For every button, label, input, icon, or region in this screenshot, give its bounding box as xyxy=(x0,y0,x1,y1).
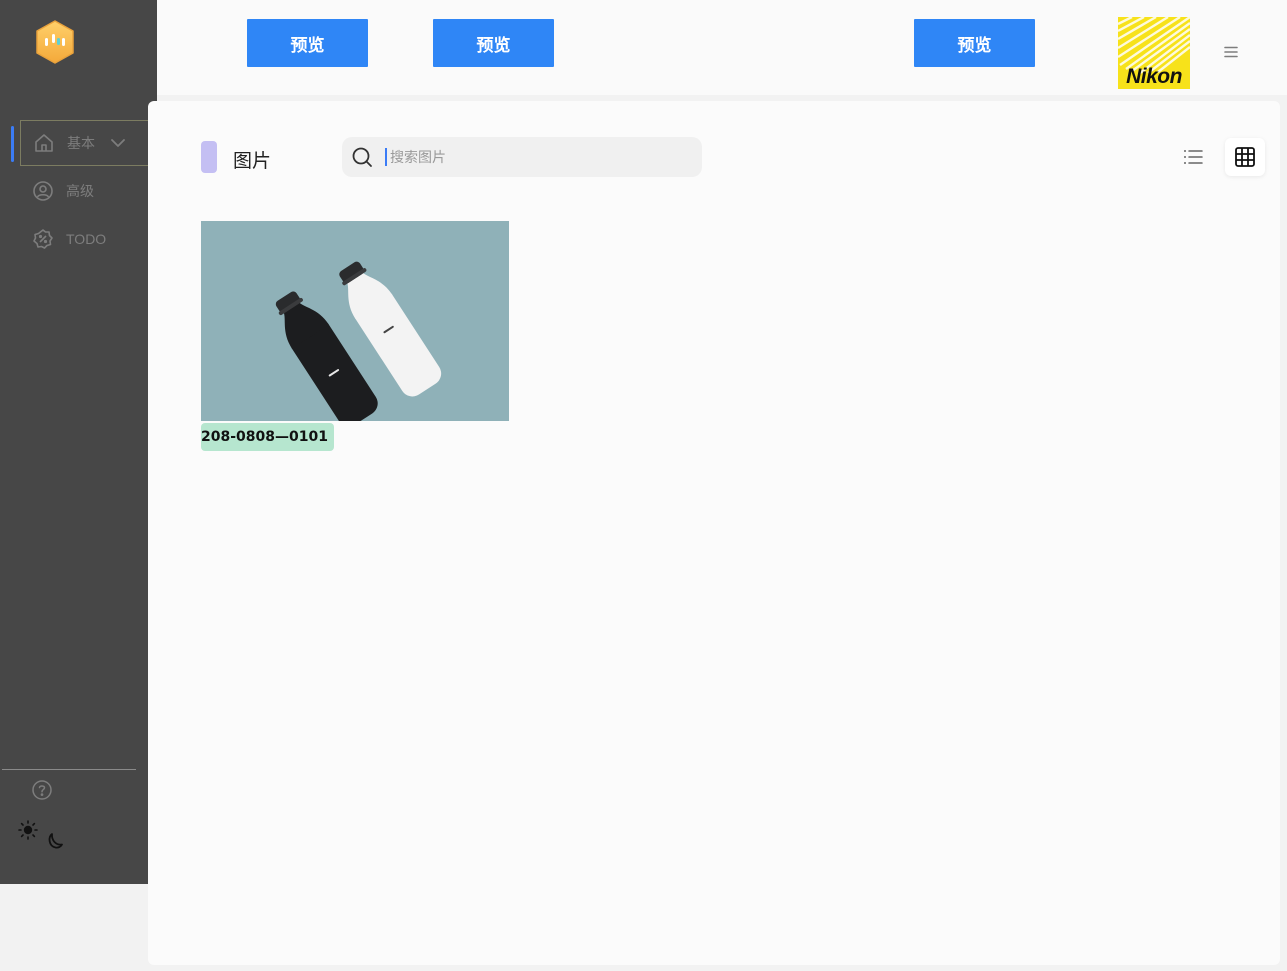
sidebar-item-label: 高级 xyxy=(66,183,94,199)
image-label: 208-0808—0101 xyxy=(201,423,334,451)
chevron-down-icon[interactable] xyxy=(111,138,125,148)
grid-view-icon xyxy=(1235,147,1255,167)
sidebar: 基本 高级 TODO xyxy=(0,0,157,884)
sidebar-item-todo[interactable]: TODO xyxy=(20,216,156,262)
image-thumbnail[interactable] xyxy=(201,221,509,421)
sidebar-item-label: TODO xyxy=(66,231,107,247)
grid-view-button[interactable] xyxy=(1225,138,1265,176)
list-view-icon[interactable] xyxy=(1182,147,1204,171)
search-input[interactable] xyxy=(388,143,692,173)
main-panel: 图片 搜索图片 208-0808—0101 xyxy=(148,101,1280,965)
discount-badge-icon xyxy=(32,228,54,250)
home-icon xyxy=(33,132,55,154)
sun-icon[interactable] xyxy=(18,820,38,844)
app-logo[interactable] xyxy=(32,19,78,65)
preview-button-2[interactable]: 预览 xyxy=(433,19,554,67)
sidebar-item-advanced[interactable]: 高级 xyxy=(20,168,156,214)
hamburger-menu-icon[interactable] xyxy=(1223,44,1239,60)
page-title: 图片 xyxy=(233,150,272,172)
help-icon[interactable] xyxy=(32,780,52,804)
title-marker xyxy=(201,141,217,173)
preview-button-1[interactable]: 预览 xyxy=(247,19,368,67)
text-caret xyxy=(385,148,387,166)
brand-wordmark: Nikon xyxy=(1126,65,1182,88)
image-card[interactable]: 208-0808—0101 xyxy=(201,221,509,451)
search-box xyxy=(342,137,702,177)
active-nav-indicator xyxy=(11,126,14,162)
nikon-logo: Nikon xyxy=(1118,17,1190,89)
sidebar-item-label: 基本 xyxy=(67,135,95,151)
preview-button-3[interactable]: 预览 xyxy=(914,19,1035,67)
sidebar-item-basic[interactable]: 基本 xyxy=(20,120,156,166)
search-icon[interactable] xyxy=(351,146,373,172)
user-circle-icon xyxy=(32,180,54,202)
sidebar-divider xyxy=(2,769,136,770)
moon-icon[interactable] xyxy=(45,831,65,855)
